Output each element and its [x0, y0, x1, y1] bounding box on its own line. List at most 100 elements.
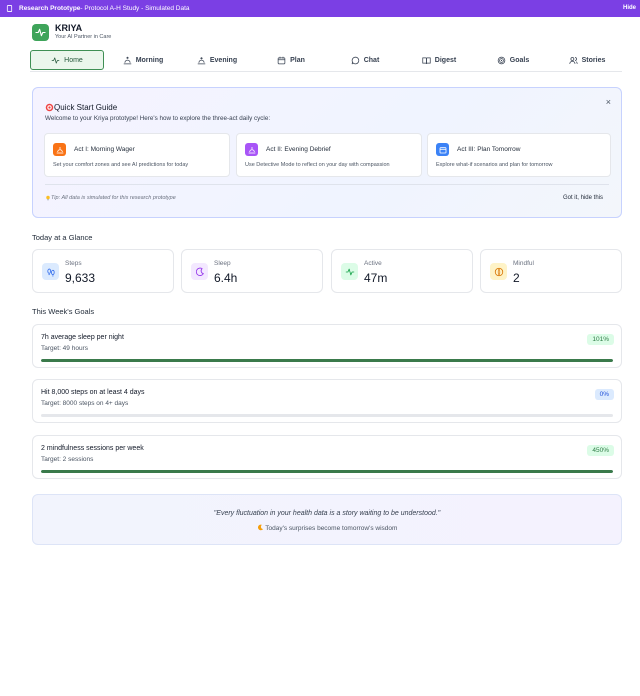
stat-value: 9,633: [65, 271, 96, 285]
tab-label: Digest: [434, 56, 457, 64]
sunrise-icon: [123, 56, 131, 64]
stat-icon: [191, 263, 208, 280]
act-card-morning[interactable]: Act I: Morning Wager Set your comfort zo…: [44, 133, 230, 177]
tab-chat[interactable]: Chat: [330, 50, 400, 70]
goal-card[interactable]: 2 mindfulness sessions per week Target: …: [32, 435, 622, 479]
hide-banner-button[interactable]: Hide: [623, 5, 636, 11]
target-icon: [497, 56, 506, 64]
tab-label: Stories: [581, 56, 606, 64]
tab-label: Home: [64, 56, 83, 64]
stat-icon: [341, 263, 358, 280]
act-card-plan[interactable]: Act III: Plan Tomorrow Explore what-if s…: [427, 133, 611, 177]
act-title: Act II: Evening Debrief: [266, 146, 331, 153]
moon-icon: [257, 524, 263, 531]
brand-logo: [32, 23, 49, 41]
tab-goals[interactable]: Goals: [478, 50, 548, 70]
goal-title: 2 mindfulness sessions per week: [41, 445, 144, 452]
goal-progress-track: [41, 359, 613, 362]
tab-label: Chat: [363, 56, 380, 64]
stat-card-active: Active 47m: [331, 249, 473, 293]
tab-label: Goals: [509, 56, 530, 64]
stat-value: 47m: [364, 271, 388, 285]
act-icon: [436, 143, 449, 156]
stat-label: Active: [364, 260, 382, 267]
goal-progress-fill: [41, 470, 613, 473]
tab-evening[interactable]: Evening: [182, 50, 252, 70]
goal-title: 7h average sleep per night: [41, 334, 124, 341]
moon-icon: [195, 267, 204, 276]
tab-morning[interactable]: Morning: [108, 50, 178, 70]
stat-label: Steps: [65, 260, 82, 267]
footsteps-icon: [46, 268, 55, 276]
stat-card-steps: Steps 9,633: [32, 249, 174, 293]
sunrise-icon: [56, 146, 63, 153]
tab-plan[interactable]: Plan: [256, 50, 326, 70]
stat-card-mindful: Mindful 2: [480, 249, 622, 293]
close-icon[interactable]: ×: [606, 97, 611, 107]
stat-value: 2: [513, 271, 520, 285]
act-icon: [245, 143, 258, 156]
goal-progress-fill: [41, 359, 613, 362]
quick-start-subtitle: Welcome to your Kriya prototype! Here's …: [45, 115, 271, 122]
brand: KRIYA Your AI Partner in Care: [32, 23, 111, 41]
brand-name: KRIYA: [55, 23, 83, 33]
banner-subtitle: - Protocol A-H Study - Simulated Data: [80, 5, 190, 12]
calendar-icon: [277, 56, 286, 64]
prototype-banner: Research Prototype - Protocol A-H Study …: [0, 0, 640, 17]
act-card-evening[interactable]: Act II: Evening Debrief Use Detective Mo…: [236, 133, 422, 177]
act-description: Explore what-if scenarios and plan for t…: [436, 162, 553, 168]
stat-label: Sleep: [214, 260, 231, 267]
tip-text: Tip: All data is simulated for this rese…: [51, 195, 176, 201]
stat-label: Mindful: [513, 260, 534, 267]
goal-progress-track: [41, 414, 613, 417]
goal-target: Target: 49 hours: [41, 345, 88, 352]
pulse-icon: [51, 57, 60, 63]
tab-label: Plan: [290, 56, 305, 64]
quick-start-title: Quick Start Guide: [54, 103, 118, 112]
quote-subtext-row: Today's surprises become tomorrow's wisd…: [33, 524, 621, 532]
tab-label: Morning: [135, 56, 164, 64]
quote-subtext: Today's surprises become tomorrow's wisd…: [265, 525, 398, 532]
goal-progress-badge: 101%: [587, 334, 614, 345]
tab-digest[interactable]: Digest: [404, 50, 474, 70]
book-icon: [422, 57, 431, 64]
hide-guide-button[interactable]: Got it, hide this: [563, 195, 603, 201]
brand-tagline: Your AI Partner in Care: [55, 34, 112, 40]
quote-text: "Every fluctuation in your health data i…: [213, 510, 441, 517]
chat-icon: [351, 56, 359, 64]
phone-icon: [6, 5, 13, 12]
stat-value: 6.4h: [214, 271, 238, 285]
goals-title: This Week's Goals: [32, 307, 95, 316]
quick-start-tip: Tip: All data is simulated for this rese…: [45, 195, 176, 201]
divider: [45, 184, 609, 185]
banner-title: Research Prototype: [19, 5, 81, 12]
act-title: Act III: Plan Tomorrow: [457, 146, 521, 153]
glance-title: Today at a Glance: [32, 233, 93, 242]
pulse-icon: [35, 28, 46, 36]
goal-card[interactable]: Hit 8,000 steps on at least 4 days Targe…: [32, 379, 622, 423]
tab-home[interactable]: Home: [30, 50, 104, 70]
stat-icon: [490, 263, 507, 280]
goal-title: Hit 8,000 steps on at least 4 days: [41, 389, 145, 396]
goal-target: Target: 2 sessions: [41, 456, 94, 463]
calendar-icon: [439, 146, 446, 153]
stat-card-sleep: Sleep 6.4h: [181, 249, 323, 293]
stat-icon: [42, 263, 59, 280]
act-description: Use Detective Mode to reflect on your da…: [245, 162, 390, 168]
act-description: Set your comfort zones and see AI predic…: [53, 162, 189, 168]
act-title: Act I: Morning Wager: [74, 146, 135, 153]
users-icon: [569, 56, 578, 64]
goal-progress-badge: 0%: [594, 389, 614, 400]
quick-start-title-row: Quick Start Guide: [45, 103, 117, 112]
tab-label: Evening: [209, 56, 238, 64]
goal-card[interactable]: 7h average sleep per night Target: 49 ho…: [32, 324, 622, 368]
target-icon: [45, 103, 54, 112]
tab-stories[interactable]: Stories: [552, 50, 622, 70]
goal-progress-badge: 450%: [587, 445, 614, 456]
main-nav: Home Morning Evening Plan Chat Digest Go…: [30, 49, 622, 72]
inspiration-quote: "Every fluctuation in your health data i…: [32, 494, 622, 545]
goal-progress-track: [41, 470, 613, 473]
sunset-icon: [248, 146, 255, 153]
quick-start-guide: Quick Start Guide Welcome to your Kriya …: [32, 87, 622, 218]
meditation-icon: [494, 267, 503, 276]
